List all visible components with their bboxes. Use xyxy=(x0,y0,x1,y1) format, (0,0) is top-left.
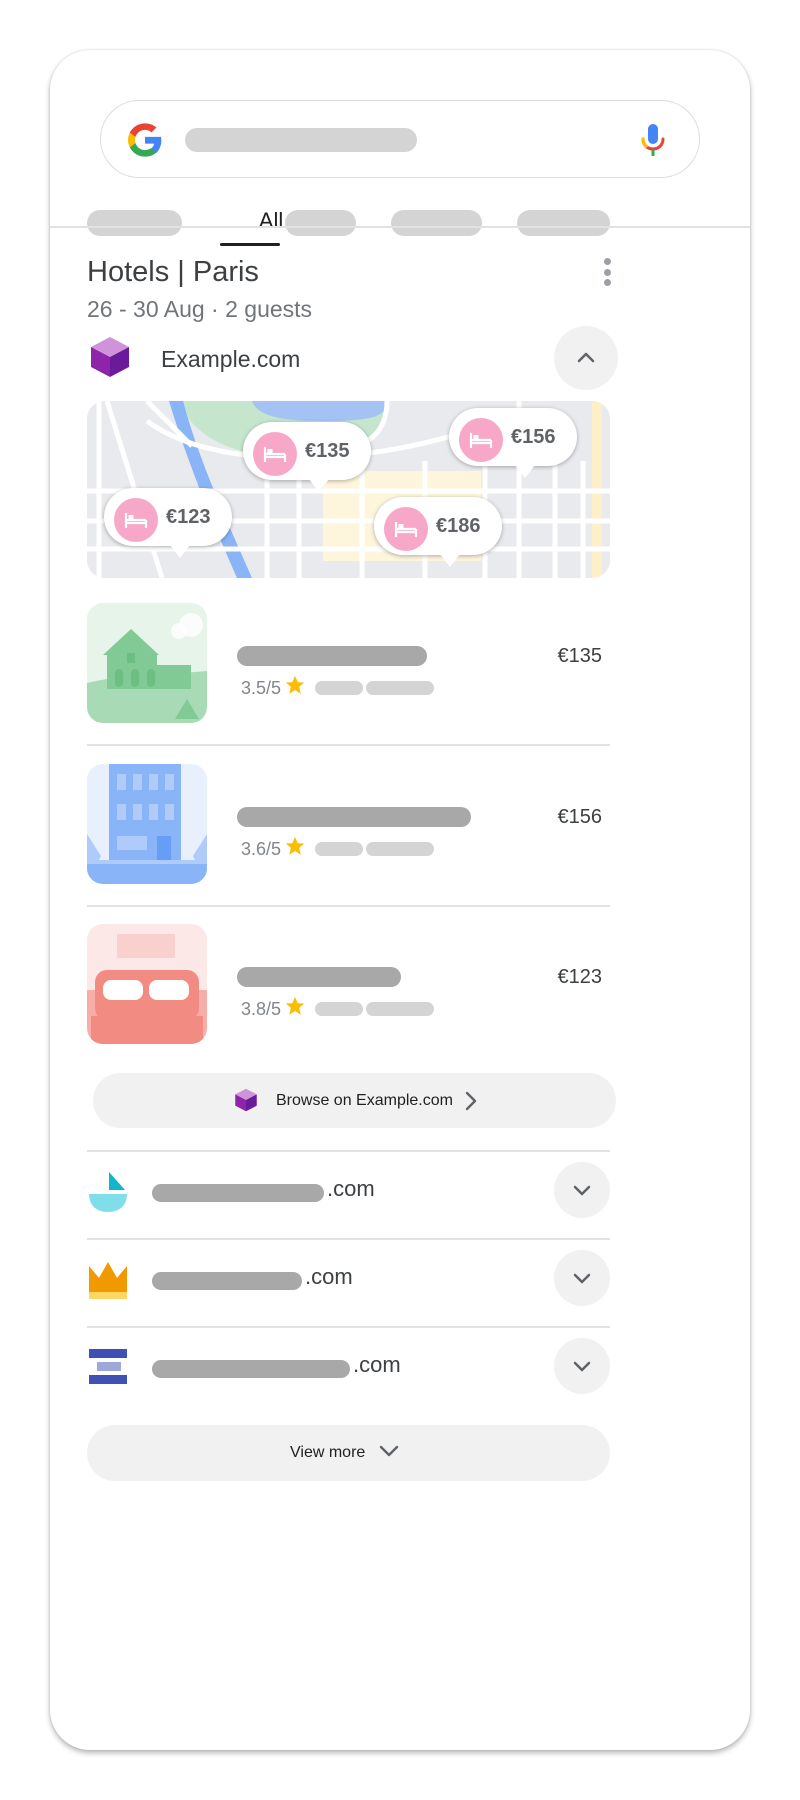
pin-price: €186 xyxy=(436,515,481,537)
active-tab-indicator xyxy=(220,243,280,246)
chevron-up-icon xyxy=(577,352,595,363)
divider xyxy=(87,905,610,907)
chevron-down-icon xyxy=(573,1361,591,1372)
map-pin[interactable]: €123 xyxy=(104,488,232,558)
stacked-bars-logo-icon xyxy=(89,1349,127,1384)
hotel-rating: 3.8/5 xyxy=(241,999,282,1019)
google-logo-icon xyxy=(128,123,162,157)
tabs-divider xyxy=(50,226,750,228)
chevron-down-icon xyxy=(573,1273,591,1284)
star-icon xyxy=(285,675,305,694)
collapse-button[interactable] xyxy=(554,326,618,390)
provider-name-placeholder xyxy=(152,1184,324,1202)
hotel-map[interactable]: €135 €156 €123 €186 xyxy=(87,401,610,578)
provider-name: Example.com xyxy=(161,346,301,372)
pin-price: €135 xyxy=(305,440,350,462)
provider-domain-suffix: .com xyxy=(327,1176,375,1201)
divider xyxy=(87,1326,610,1328)
cube-logo-icon xyxy=(235,1088,257,1112)
provider-domain-suffix: .com xyxy=(305,1264,353,1289)
hotel-card[interactable]: 3.6/5 €156 xyxy=(87,764,610,904)
hotel-rating: 3.5/5 xyxy=(241,678,282,698)
provider-name-placeholder xyxy=(152,1272,302,1290)
chevron-down-icon xyxy=(379,1445,399,1457)
detail-placeholder xyxy=(366,842,434,856)
tab-all[interactable]: All xyxy=(253,208,289,234)
hotel-name-placeholder xyxy=(237,646,427,666)
detail-placeholder xyxy=(366,1002,434,1016)
pin-price: €123 xyxy=(166,506,211,528)
microphone-icon[interactable] xyxy=(633,120,673,160)
provider-row-example[interactable]: Example.com xyxy=(87,318,687,398)
view-more-button[interactable]: View more xyxy=(87,1425,610,1481)
provider-row[interactable]: .com xyxy=(87,1330,610,1410)
divider xyxy=(87,744,610,746)
search-query-placeholder xyxy=(185,128,417,152)
tab-placeholder[interactable] xyxy=(517,210,610,236)
divider xyxy=(87,1150,610,1152)
expand-button[interactable] xyxy=(554,1250,610,1306)
phone-frame: All Hotels | Paris 26 - 30 Aug · 2 guest… xyxy=(50,50,750,1750)
bed-icon xyxy=(459,418,503,462)
provider-row[interactable]: .com xyxy=(87,1242,610,1322)
bed-icon xyxy=(253,432,297,476)
hotel-name-placeholder xyxy=(237,807,471,827)
map-pin[interactable]: €135 xyxy=(243,422,371,492)
map-pin[interactable]: €156 xyxy=(449,408,577,478)
chevron-right-icon xyxy=(465,1091,477,1111)
tab-placeholder[interactable] xyxy=(391,210,482,236)
tab-placeholder[interactable] xyxy=(285,210,356,236)
hotel-card[interactable]: 3.8/5 €123 xyxy=(87,924,610,1064)
detail-placeholder xyxy=(366,681,434,695)
detail-placeholder xyxy=(315,842,363,856)
hotel-card[interactable]: 3.5/5 €135 xyxy=(87,603,610,743)
expand-button[interactable] xyxy=(554,1162,610,1218)
crown-logo-icon xyxy=(89,1262,127,1299)
detail-placeholder xyxy=(315,1002,363,1016)
browse-button-label: Browse on Example.com xyxy=(276,1092,453,1109)
star-icon xyxy=(285,836,305,855)
hotel-price: €135 xyxy=(557,645,603,667)
tab-placeholder[interactable] xyxy=(87,210,182,236)
hotel-thumbnail-house xyxy=(87,603,207,723)
provider-row[interactable]: .com xyxy=(87,1154,610,1234)
hotel-price: €123 xyxy=(557,966,603,988)
chevron-down-icon xyxy=(573,1185,591,1196)
hotel-thumbnail-tower xyxy=(87,764,207,884)
sailboat-logo-icon xyxy=(89,1172,127,1212)
card-title: Hotels | Paris xyxy=(87,256,259,288)
hotel-price: €156 xyxy=(557,806,603,828)
map-pin[interactable]: €186 xyxy=(374,497,502,567)
detail-placeholder xyxy=(315,681,363,695)
hotel-rating: 3.6/5 xyxy=(241,839,282,859)
provider-domain-suffix: .com xyxy=(353,1352,401,1377)
divider xyxy=(87,1238,610,1240)
browse-on-example-button[interactable]: Browse on Example.com xyxy=(93,1073,616,1128)
bed-icon xyxy=(384,507,428,551)
bed-icon xyxy=(114,498,158,542)
search-bar[interactable] xyxy=(100,100,700,178)
pin-price: €156 xyxy=(511,426,556,448)
star-icon xyxy=(285,996,305,1015)
expand-button[interactable] xyxy=(554,1338,610,1394)
hotel-name-placeholder xyxy=(237,967,401,987)
view-more-label: View more xyxy=(290,1444,366,1461)
provider-name-placeholder xyxy=(152,1360,350,1378)
cube-logo-icon xyxy=(91,337,129,377)
hotel-thumbnail-bed xyxy=(87,924,207,1044)
more-options-icon[interactable] xyxy=(599,258,615,294)
